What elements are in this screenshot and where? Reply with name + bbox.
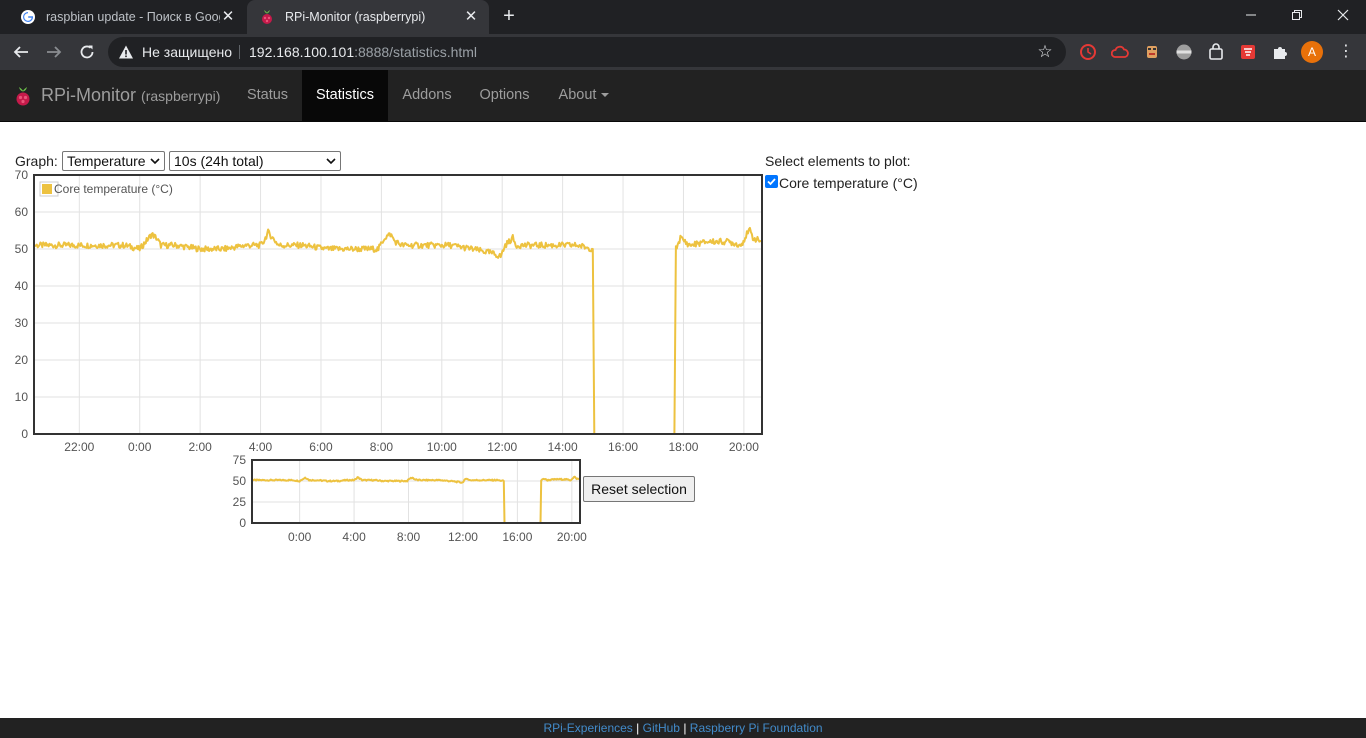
- character-extension-icon[interactable]: [1143, 43, 1161, 61]
- globe-extension-icon[interactable]: [1175, 43, 1193, 61]
- app-navbar: RPi-Monitor (raspberrypi) Status Statist…: [0, 70, 1366, 122]
- url-host: 192.168.100.101: [249, 44, 355, 60]
- raspberry-icon: [259, 9, 275, 25]
- y-tick-label: 0: [239, 516, 246, 530]
- profile-avatar[interactable]: A: [1301, 41, 1323, 63]
- tab-title: RPi-Monitor (raspberrypi): [285, 10, 426, 24]
- tab-title: raspbian update - Поиск в Goog: [46, 10, 220, 24]
- bookmark-star-icon[interactable]: ☆: [1036, 43, 1054, 61]
- select-elements-label: Select elements to plot:: [765, 153, 911, 169]
- back-arrow-icon[interactable]: [8, 39, 34, 65]
- x-tick-label: 16:00: [608, 440, 638, 454]
- browser-tab-google[interactable]: raspbian update - Поиск в Goog ✕: [8, 0, 246, 34]
- core-temperature-checkbox-label[interactable]: Core temperature (°C): [779, 175, 918, 191]
- close-tab-icon[interactable]: ✕: [463, 9, 479, 25]
- close-tab-icon[interactable]: ✕: [220, 9, 236, 25]
- x-tick-label: 12:00: [448, 530, 478, 544]
- google-icon: [20, 9, 36, 25]
- browser-tab-bar: raspbian update - Поиск в Goog ✕ RPi-Mon…: [0, 0, 1366, 34]
- nav-about-label: About: [558, 87, 597, 103]
- y-tick-label: 75: [233, 453, 247, 467]
- brand-host: (raspberrypi): [141, 88, 221, 104]
- shield-extension-icon[interactable]: [1239, 43, 1257, 61]
- main-temperature-chart[interactable]: 01020304050607022:00 0:00 2:00 4:00 6:00 8:00…: [0, 165, 770, 457]
- x-tick-label: 0:00: [128, 440, 152, 454]
- y-tick-label: 25: [233, 495, 247, 509]
- y-tick-label: 70: [15, 168, 29, 182]
- x-tick-label: 8:00: [397, 530, 421, 544]
- legend-label: Core temperature (°C): [54, 182, 173, 196]
- rpi-experiences-link[interactable]: RPi-Experiences: [543, 721, 632, 735]
- y-tick-label: 20: [15, 353, 29, 367]
- y-tick-label: 60: [15, 205, 29, 219]
- security-status[interactable]: Не защищено: [142, 37, 232, 67]
- address-bar[interactable]: Не защищено 192.168.100.101:8888/statist…: [108, 37, 1066, 67]
- x-tick-label: 2:00: [188, 440, 212, 454]
- url-path: :8888/statistics.html: [354, 44, 478, 60]
- caret-down-icon: [601, 93, 610, 98]
- y-tick-label: 40: [15, 279, 29, 293]
- footer-separator: |: [636, 721, 640, 735]
- x-tick-label: 20:00: [729, 440, 759, 454]
- footer-separator: |: [683, 721, 687, 735]
- y-tick-label: 50: [233, 474, 247, 488]
- nav-options[interactable]: Options: [466, 70, 543, 121]
- x-tick-label: 4:00: [342, 530, 366, 544]
- divider: [239, 45, 240, 59]
- footer: RPi-Experiences | GitHub | Raspberry Pi …: [0, 718, 1366, 738]
- raspberry-logo-icon: [14, 86, 32, 106]
- nav-about[interactable]: About: [544, 70, 624, 121]
- raspberry-pi-foundation-link[interactable]: Raspberry Pi Foundation: [690, 721, 823, 735]
- puzzle-extensions-icon[interactable]: [1271, 43, 1289, 61]
- y-tick-label: 10: [15, 390, 29, 404]
- cloud-extension-icon[interactable]: [1110, 43, 1129, 61]
- new-tab-plus-icon[interactable]: +: [498, 5, 520, 27]
- y-tick-label: 0: [21, 427, 28, 441]
- close-window-icon[interactable]: [1320, 0, 1366, 30]
- github-link[interactable]: GitHub: [643, 721, 680, 735]
- url-text[interactable]: 192.168.100.101:8888/statistics.html: [249, 37, 477, 67]
- nav-statistics[interactable]: Statistics: [302, 70, 388, 121]
- reset-selection-button[interactable]: Reset selection: [583, 476, 695, 502]
- y-tick-label: 30: [15, 316, 29, 330]
- timer-extension-icon[interactable]: [1079, 43, 1097, 61]
- overview-temperature-chart[interactable]: 0 25 50 75 0:00 4:00 8:00 12:00 16:00 20:00: [225, 452, 590, 548]
- x-tick-label: 0:00: [288, 530, 312, 544]
- x-tick-label: 22:00: [64, 440, 94, 454]
- bag-extension-icon[interactable]: [1207, 43, 1225, 61]
- minimize-icon[interactable]: [1228, 0, 1274, 30]
- x-tick-label: 16:00: [502, 530, 532, 544]
- reload-icon[interactable]: [74, 39, 100, 65]
- forward-arrow-icon[interactable]: [41, 39, 67, 65]
- plot-area: [34, 175, 762, 434]
- x-tick-label: 18:00: [668, 440, 698, 454]
- x-tick-label: 20:00: [557, 530, 587, 544]
- warning-icon[interactable]: [118, 44, 134, 60]
- nav-status[interactable]: Status: [234, 70, 301, 121]
- legend-swatch: [42, 184, 52, 194]
- brand-name: RPi-Monitor: [41, 85, 137, 105]
- plot-area: [252, 460, 580, 523]
- kebab-menu-icon[interactable]: ⋮: [1338, 41, 1354, 63]
- nav-addons[interactable]: Addons: [389, 70, 465, 121]
- y-tick-label: 50: [15, 242, 29, 256]
- browser-toolbar: Не защищено 192.168.100.101:8888/statist…: [0, 34, 1366, 70]
- restore-icon[interactable]: [1274, 0, 1320, 30]
- browser-tab-rpi-monitor[interactable]: RPi-Monitor (raspberrypi) ✕: [247, 0, 489, 34]
- app-brand[interactable]: RPi-Monitor (raspberrypi): [41, 85, 220, 106]
